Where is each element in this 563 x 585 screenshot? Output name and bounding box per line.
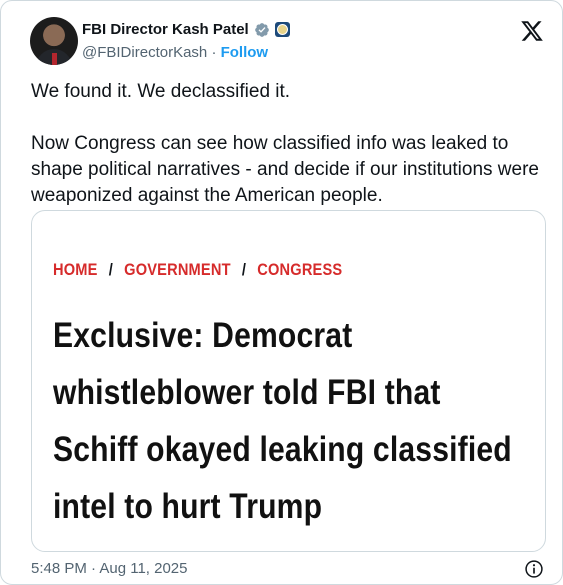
tweet-timestamp[interactable]: 5:48 PM · Aug 11, 2025 [31,560,188,577]
breadcrumb-separator: / [108,260,113,279]
info-icon[interactable] [524,559,544,579]
handle-separator: · [211,44,217,61]
verified-badge-icon [254,22,269,37]
tweet-text: We found it. We declassified it. Now Con… [31,81,539,206]
breadcrumb-separator: / [241,260,247,279]
avatar[interactable] [30,17,78,65]
author-handle[interactable]: @FBIDirectorKash [82,44,207,61]
handle-row: @FBIDirectorKash · Follow [82,44,268,61]
tweet-card: FBI Director Kash Patel @FBIDirectorKash… [0,0,563,585]
breadcrumb-home: HOME [53,260,98,279]
agency-seal-icon [274,22,290,37]
breadcrumb: HOME / GOVERNMENT / CONGRESS [53,260,342,280]
author-name[interactable]: FBI Director Kash Patel [82,21,249,38]
article-headline: Exclusive: Democrat whistleblower told F… [53,316,512,526]
tweet-header: FBI Director Kash Patel @FBIDirectorKash… [30,17,546,69]
name-row: FBI Director Kash Patel [82,21,290,38]
article-card[interactable]: HOME / GOVERNMENT / CONGRESS Exclusive: … [31,210,546,552]
breadcrumb-government: GOVERNMENT [124,260,231,279]
breadcrumb-congress: CONGRESS [257,260,343,279]
x-logo-icon[interactable] [520,19,544,43]
follow-button[interactable]: Follow [221,44,269,61]
avatar-tie [52,53,57,65]
